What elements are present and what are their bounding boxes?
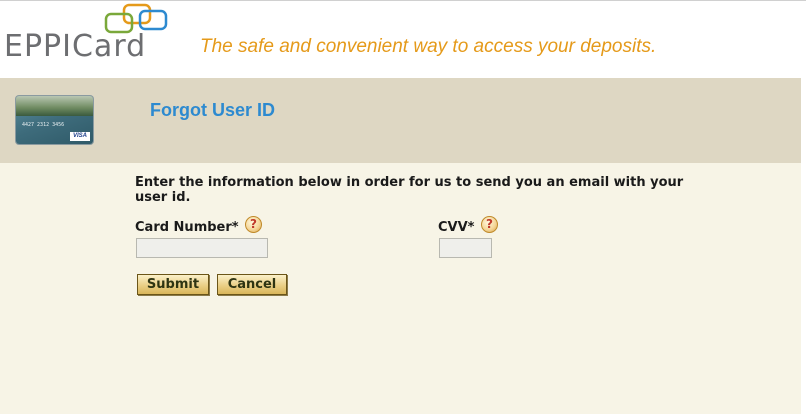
card-number-label: Card Number* bbox=[135, 220, 239, 235]
top-border bbox=[0, 0, 806, 1]
card-scene bbox=[16, 96, 93, 116]
tagline: The safe and convenient way to access yo… bbox=[200, 36, 657, 57]
submit-button[interactable]: Submit bbox=[137, 274, 209, 295]
visa-logo-icon: VISA bbox=[70, 132, 90, 141]
cvv-help-icon[interactable]: ? bbox=[481, 216, 498, 233]
card-number-image-text: 4427 2312 3456 bbox=[22, 122, 65, 128]
instructions-text: Enter the information below in order for… bbox=[135, 175, 684, 205]
cvv-label: CVV* bbox=[438, 220, 475, 235]
form-content: Enter the information below in order for… bbox=[0, 163, 801, 414]
cvv-input[interactable] bbox=[439, 238, 492, 258]
logo-text: EPPICard bbox=[4, 29, 147, 64]
title-band: 4427 2312 3456 VISA Forgot User ID bbox=[0, 78, 801, 163]
cancel-button[interactable]: Cancel bbox=[217, 274, 287, 295]
card-number-input[interactable] bbox=[136, 238, 268, 258]
eppicard-logo: EPPICard bbox=[4, 2, 184, 64]
card-number-help-icon[interactable]: ? bbox=[245, 216, 262, 233]
card-image: 4427 2312 3456 VISA bbox=[16, 96, 93, 144]
page-title: Forgot User ID bbox=[150, 100, 276, 120]
